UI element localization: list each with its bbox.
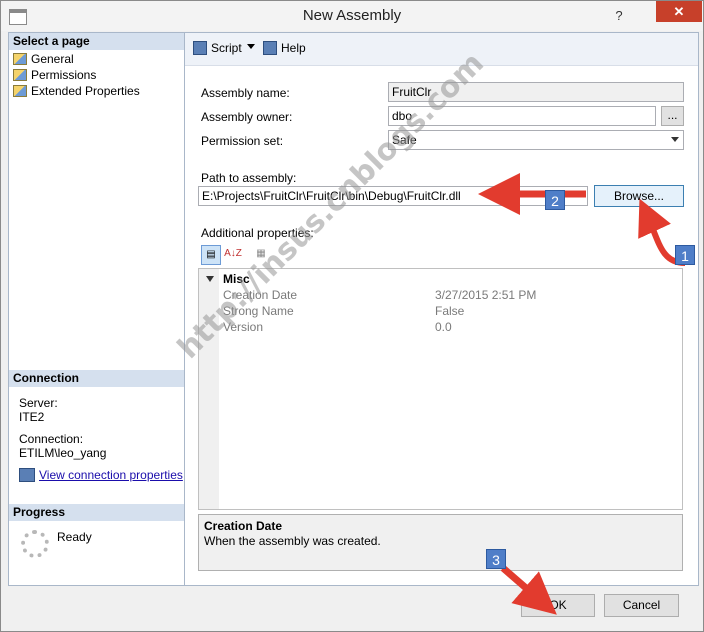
property-grid: Misc Creation Date 3/27/2015 2:51 PM Str…	[198, 268, 683, 510]
category-row-misc[interactable]: Misc	[199, 271, 684, 287]
assembly-owner-label: Assembly owner:	[201, 110, 293, 124]
progress-heading: Progress	[9, 504, 184, 521]
property-value: 0.0	[435, 320, 452, 334]
collapse-icon[interactable]	[206, 276, 214, 282]
sidebar-item-permissions[interactable]: Permissions	[13, 67, 96, 83]
annotation-badge-2: 2	[545, 190, 565, 210]
connection-heading: Connection	[9, 370, 184, 387]
window-title: New Assembly	[302, 7, 402, 24]
property-grid-toolbar: ▤ A↓Z ▦	[201, 245, 271, 267]
sidebar-item-general[interactable]: General	[13, 51, 74, 67]
progress-status: Ready	[57, 530, 92, 544]
assembly-name-input[interactable]: FruitClr	[388, 82, 684, 102]
permission-set-value: Safe	[392, 133, 417, 147]
page-icon	[13, 53, 27, 65]
property-name: Creation Date	[223, 288, 298, 302]
help-title-button[interactable]: ?	[604, 5, 634, 26]
page-icon	[13, 85, 27, 97]
cancel-button[interactable]: Cancel	[604, 594, 679, 617]
script-label: Script	[211, 41, 242, 55]
category-label: Misc	[223, 272, 250, 286]
table-row[interactable]: Version 0.0	[199, 319, 684, 335]
table-row[interactable]: Creation Date 3/27/2015 2:51 PM	[199, 287, 684, 303]
script-icon	[193, 41, 207, 55]
script-button[interactable]: Script	[193, 41, 242, 55]
new-assembly-dialog: New Assembly ? ✕ Select a page General P…	[0, 0, 704, 632]
connection-properties-icon	[19, 468, 35, 482]
assembly-name-label: Assembly name:	[201, 86, 290, 100]
owner-browse-button[interactable]: ...	[661, 106, 684, 126]
title-bar[interactable]: New Assembly ? ✕	[1, 1, 703, 31]
annotation-badge-3: 3	[486, 549, 506, 569]
sidebar-item-extended-properties[interactable]: Extended Properties	[13, 83, 140, 99]
table-row[interactable]: Strong Name False	[199, 303, 684, 319]
description-text: When the assembly was created.	[204, 534, 381, 548]
property-value: False	[435, 304, 465, 318]
connection-value: ETILM\leo_yang	[19, 446, 107, 460]
page-icon	[13, 69, 27, 81]
sidebar-item-label: Permissions	[31, 68, 97, 82]
additional-properties-label: Additional properties:	[201, 226, 314, 240]
script-dropdown-chevron-icon[interactable]	[247, 44, 255, 49]
permission-set-label: Permission set:	[201, 134, 284, 148]
help-label: Help	[281, 41, 306, 55]
sidebar-item-label: Extended Properties	[31, 84, 140, 98]
view-connection-row[interactable]: View connection properties	[19, 468, 183, 482]
description-title: Creation Date	[204, 519, 283, 533]
path-to-assembly-input[interactable]: E:\Projects\FruitClr\FruitClr\bin\Debug\…	[198, 186, 588, 206]
property-name: Version	[223, 320, 264, 334]
property-value: 3/27/2015 2:51 PM	[435, 288, 537, 302]
sidebar: Select a page General Permissions Extend…	[8, 32, 185, 586]
path-label: Path to assembly:	[201, 171, 297, 185]
categorized-view-icon[interactable]: ▤	[201, 245, 221, 265]
help-icon	[263, 41, 277, 55]
toolbar: Script Help	[185, 33, 698, 66]
property-pages-icon[interactable]: ▦	[251, 245, 271, 265]
help-button[interactable]: Help	[263, 41, 306, 55]
sidebar-item-label: General	[31, 52, 74, 66]
ok-button[interactable]: OK	[521, 594, 595, 617]
alphabetical-sort-icon[interactable]: A↓Z	[223, 245, 243, 265]
property-name: Strong Name	[223, 304, 294, 318]
main-panel: Script Help Assembly name: FruitClr Asse…	[184, 32, 699, 586]
progress-spinner-icon	[21, 530, 49, 558]
description-panel: Creation Date When the assembly was crea…	[198, 514, 683, 571]
view-connection-properties-link[interactable]: View connection properties	[39, 468, 183, 482]
select-page-heading: Select a page	[9, 33, 184, 50]
browse-button[interactable]: Browse...	[594, 185, 684, 207]
connection-label: Connection:	[19, 432, 84, 446]
chevron-down-icon	[671, 137, 679, 142]
server-label: Server:	[19, 396, 58, 410]
permission-set-select[interactable]: Safe	[388, 130, 684, 150]
close-button[interactable]: ✕	[656, 1, 702, 22]
annotation-badge-1: 1	[675, 245, 695, 265]
assembly-owner-input[interactable]: dbo	[388, 106, 656, 126]
server-value: ITE2	[19, 410, 45, 424]
